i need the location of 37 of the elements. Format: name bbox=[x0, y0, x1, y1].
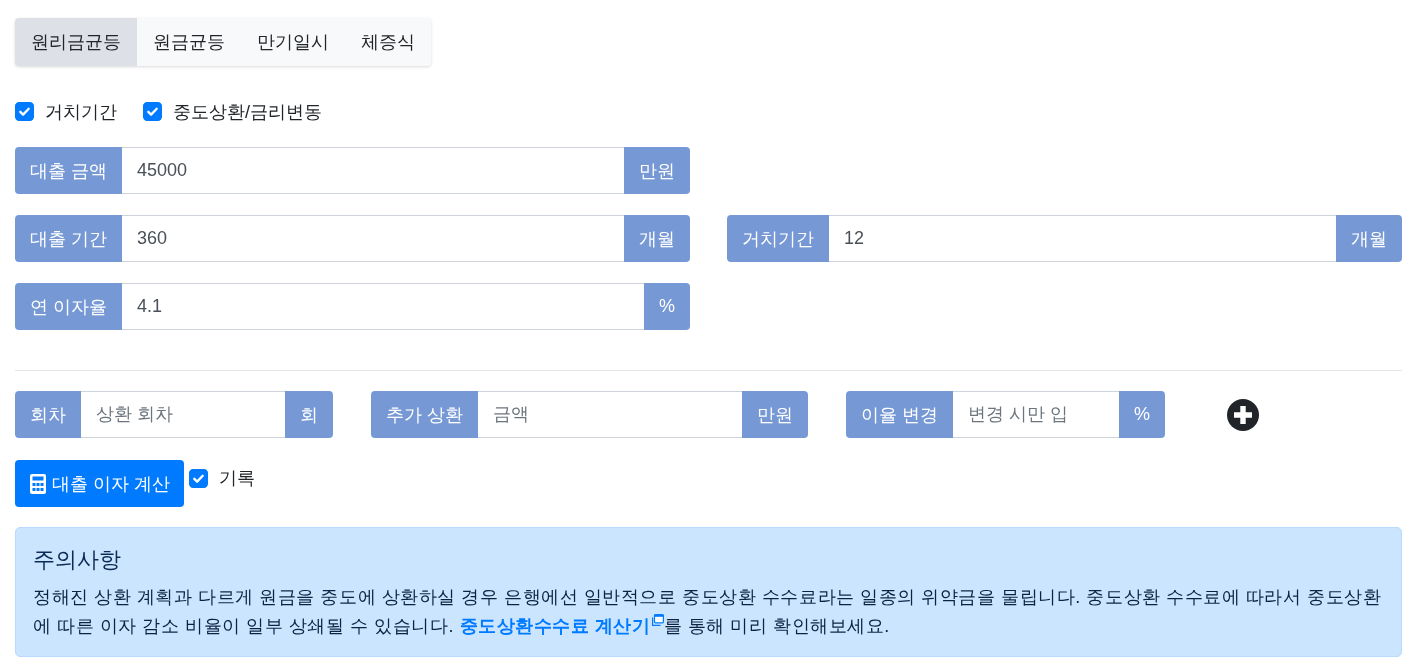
checkbox-label: 기록 bbox=[219, 467, 255, 489]
input-field[interactable]: 45000 bbox=[122, 147, 624, 194]
input-field[interactable]: 변경 시만 입 bbox=[953, 391, 1119, 438]
field-label: 회차 bbox=[15, 391, 81, 438]
unit-label: 만원 bbox=[624, 147, 690, 194]
input-field[interactable]: 12 bbox=[829, 215, 1336, 262]
field-label: 이율 변경 bbox=[846, 391, 953, 438]
input-field[interactable]: 4.1 bbox=[122, 283, 644, 330]
unit-label: % bbox=[1119, 391, 1165, 438]
unit-label: % bbox=[644, 283, 690, 330]
new-window-icon bbox=[651, 614, 664, 626]
input-field[interactable]: 금액 bbox=[478, 391, 742, 438]
checkbox-label: 중도상환/금리변동 bbox=[173, 100, 322, 123]
field-label: 추가 상환 bbox=[371, 391, 478, 438]
unit-label: 개월 bbox=[1336, 215, 1402, 262]
notice-text: 정해진 상환 계획과 다르게 원금을 중도에 상환하실 경우 은행에선 일반적으로 중도상환 수수료라는 일종의 위약금을 물립니다. 중도상환 수수료에 따라서 중도상환에 따른 이자 감소 비율이 일부 상쇄될 수 있습니다. 중도상환수수료 계산기 를 통해 미리 확인해보세요. bbox=[33, 586, 1382, 638]
tab[interactable]: 원리금균등 bbox=[15, 18, 137, 66]
checkbox[interactable] bbox=[143, 102, 162, 121]
checkbox[interactable] bbox=[189, 468, 208, 488]
tab[interactable]: 체증식 bbox=[345, 18, 431, 66]
unit-label: 만원 bbox=[742, 391, 808, 438]
unit-label: 개월 bbox=[624, 215, 690, 262]
calculator-icon bbox=[30, 473, 46, 494]
checkbox[interactable] bbox=[15, 102, 34, 121]
field-label: 대출 기간 bbox=[15, 215, 122, 262]
field-label: 거치기간 bbox=[727, 215, 829, 262]
field-label: 대출 금액 bbox=[15, 147, 122, 194]
field-label: 연 이자율 bbox=[15, 283, 122, 330]
add-icon[interactable] bbox=[1227, 398, 1259, 431]
input-field[interactable]: 상환 회차 bbox=[81, 391, 285, 438]
unit-label: 회 bbox=[285, 391, 333, 438]
notice-title: 주의사항 bbox=[33, 546, 122, 574]
calculate-button[interactable]: 대출 이자 계산 bbox=[15, 460, 184, 507]
tab[interactable]: 만기일시 bbox=[241, 18, 345, 66]
input-field[interactable]: 360 bbox=[122, 215, 624, 262]
tab[interactable]: 원금균등 bbox=[137, 18, 241, 66]
checkbox-label: 거치기간 bbox=[45, 100, 117, 123]
